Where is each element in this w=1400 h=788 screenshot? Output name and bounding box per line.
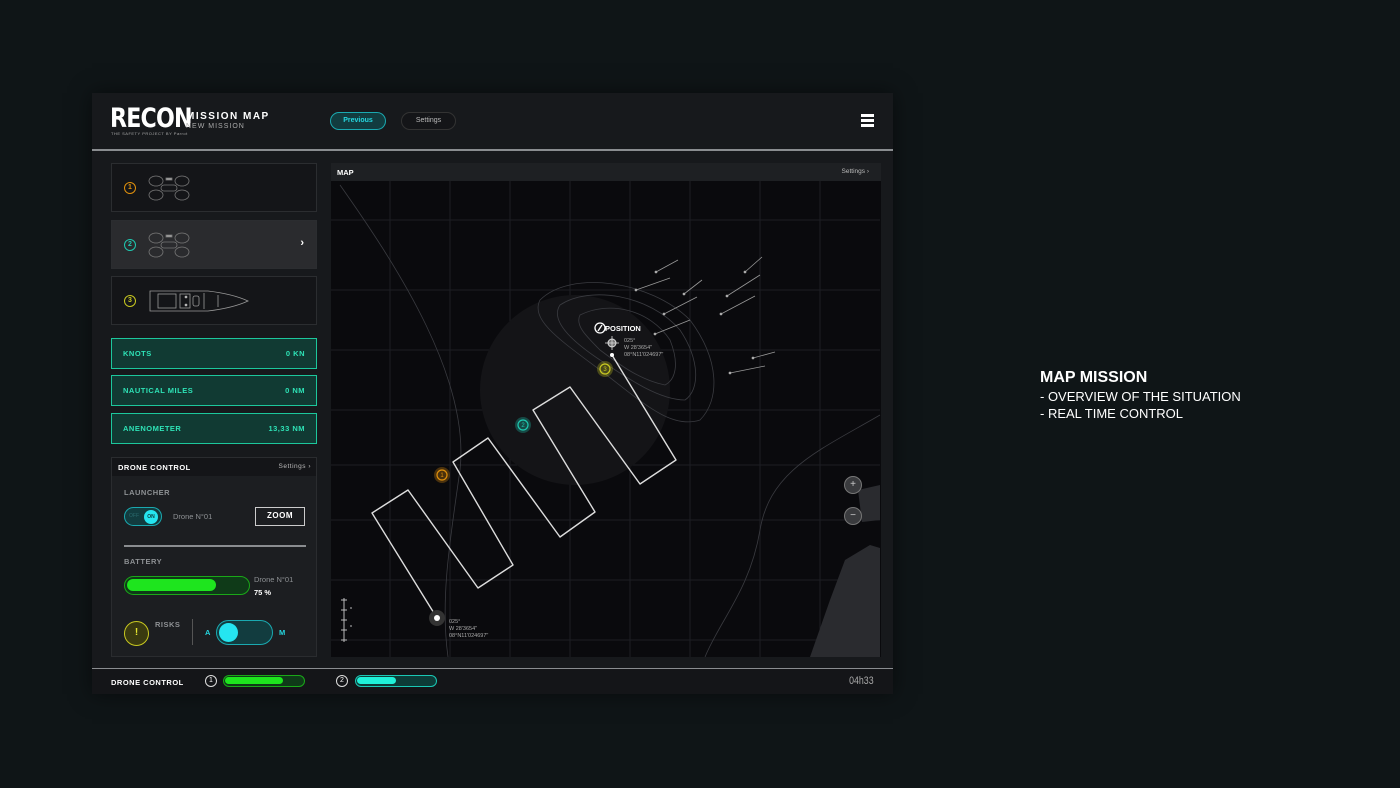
chevron-right-icon[interactable]: › [300, 237, 304, 249]
stat-anenometer: ANENOMETER 13,33 NM [111, 413, 317, 444]
mission-timer: 04h33 [849, 675, 874, 687]
toggle-knob: ON [144, 509, 158, 524]
panel-title: DRONE CONTROL [118, 463, 191, 472]
zoom-out-button[interactable]: − [844, 507, 862, 525]
bottom-bar: DRONE CONTROL 1 2 04h33 [92, 668, 893, 694]
stat-label: NAUTICAL MILES [123, 386, 194, 395]
start-coord: W 28'3654" [449, 626, 477, 632]
stat-nautical-miles: NAUTICAL MILES 0 NM [111, 375, 317, 406]
drone-2-progress [355, 675, 437, 687]
boat-icon [149, 290, 249, 312]
toggle-knob [219, 623, 238, 642]
mode-toggle[interactable] [216, 620, 273, 645]
drone-2-number: 2 [336, 675, 348, 687]
mode-a-label: A [205, 628, 211, 637]
map-settings-link[interactable]: Settings › [842, 168, 869, 175]
scale-bar [341, 598, 352, 642]
waypoint-marker-2[interactable]: 2 [515, 417, 531, 433]
logo-subtitle: THE SAFETY PROJECT BY Parrot [111, 131, 188, 136]
stat-value: 0 KN [285, 349, 305, 358]
vehicle-card-2[interactable]: 2 › [111, 220, 317, 269]
bottom-title: DRONE CONTROL [111, 678, 184, 687]
caption-line: - REAL TIME CONTROL [1040, 406, 1184, 421]
caption-title: MAP MISSION [1040, 369, 1148, 386]
page-subtitle: NEW MISSION [186, 123, 245, 130]
launcher-toggle[interactable]: OFF ON [124, 507, 162, 526]
battery-drone-name: Drone N°01 [254, 575, 294, 584]
vehicle-number: 2 [124, 239, 136, 251]
zoom-in-button[interactable]: + [844, 476, 862, 494]
risks-label: RISKS [155, 620, 181, 629]
coverage-area [480, 295, 670, 485]
start-coord: 025° [449, 619, 460, 625]
battery-percent: 75 % [254, 588, 272, 597]
recon-logo: RECON [110, 103, 192, 134]
drone-1-progress [223, 675, 305, 687]
map-title: MAP [337, 168, 354, 177]
toggle-off-label: OFF [129, 513, 139, 519]
start-point [434, 615, 440, 621]
drone-control-header: DRONE CONTROL Settings › [112, 458, 316, 476]
header-divider [92, 149, 893, 151]
vehicle-card-3[interactable]: 3 [111, 276, 317, 325]
vehicle-number: 1 [124, 182, 136, 194]
stat-knots: KNOTS 0 KN [111, 338, 317, 369]
battery-bar [124, 576, 250, 595]
warning-icon: ! [124, 621, 149, 646]
drone-icon [148, 232, 190, 258]
position-coord: 025° [624, 338, 635, 344]
battery-label: BATTERY [124, 557, 163, 566]
caption-line: - OVERVIEW OF THE SITUATION [1040, 389, 1241, 404]
map-canvas: 1 2 3 POSITION 025° W 28'3654" 08°N11'0246… [331, 181, 881, 657]
drone-icon [148, 175, 190, 201]
mission-map[interactable]: MAP Settings › 1 2 3 POSITION 025° W 28'36… [331, 163, 881, 657]
map-header: MAP Settings › [331, 163, 881, 181]
waypoint-marker-3[interactable]: 3 [597, 361, 613, 377]
vehicle-card-1[interactable]: 1 [111, 163, 317, 212]
battery-fill [127, 579, 216, 591]
divider [192, 619, 193, 645]
drone-settings-link[interactable]: Settings › [279, 463, 311, 470]
settings-button[interactable]: Settings [401, 112, 456, 130]
start-coord: 08°N11'024697" [449, 633, 488, 639]
zoom-button[interactable]: ZOOM [255, 507, 305, 526]
drone-control-panel: DRONE CONTROL Settings › LAUNCHER OFF ON … [111, 457, 317, 657]
stat-label: KNOTS [123, 349, 152, 358]
page-title: MISSION MAP [186, 111, 270, 122]
launcher-label: LAUNCHER [124, 488, 171, 497]
mode-m-label: M [279, 628, 286, 637]
waypoint-marker-1[interactable]: 1 [434, 467, 450, 483]
hamburger-icon[interactable] [861, 114, 874, 129]
position-coord: 08°N11'024697" [624, 352, 663, 358]
position-label: POSITION [605, 324, 641, 333]
app-window: RECON THE SAFETY PROJECT BY Parrot MISSI… [92, 93, 893, 694]
divider [124, 545, 306, 547]
launcher-drone-name: Drone N°01 [173, 512, 213, 521]
previous-button[interactable]: Previous [330, 112, 386, 130]
stat-value: 13,33 NM [268, 424, 305, 433]
position-coord: W 28'3654" [624, 345, 652, 351]
stat-label: ANENOMETER [123, 424, 182, 433]
drone-1-number: 1 [205, 675, 217, 687]
vehicle-number: 3 [124, 295, 136, 307]
stat-value: 0 NM [285, 386, 305, 395]
